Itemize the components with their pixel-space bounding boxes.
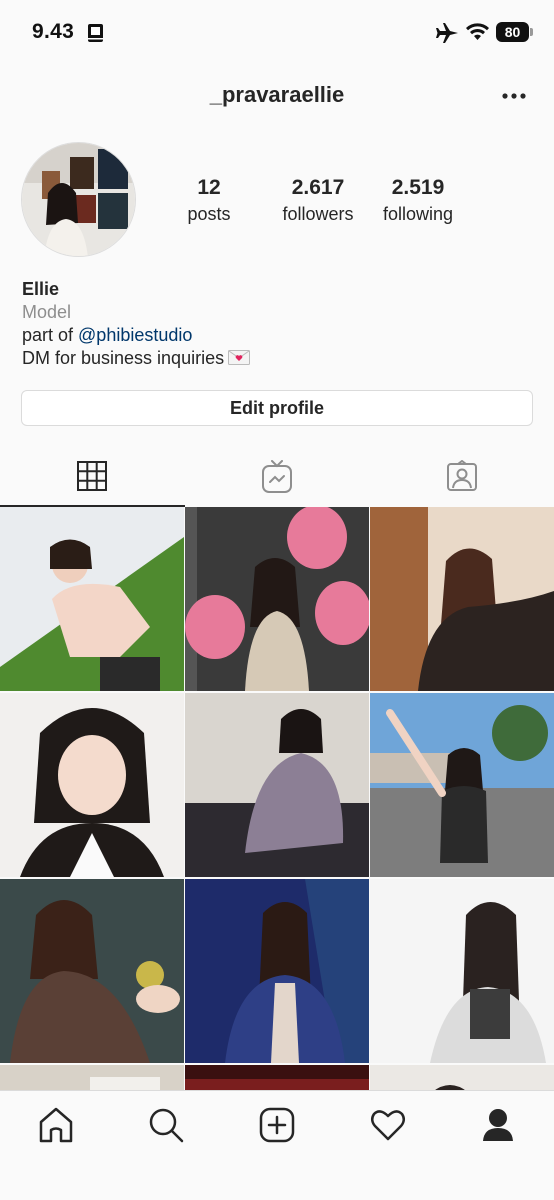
post-photo bbox=[0, 879, 184, 1063]
tab-tagged[interactable] bbox=[370, 445, 554, 507]
profile-icon[interactable] bbox=[478, 1105, 518, 1145]
profile-header: _pravaraellie bbox=[0, 66, 554, 126]
posts-count: 12 bbox=[197, 176, 221, 199]
tagged-icon bbox=[447, 460, 477, 491]
wifi-icon bbox=[466, 23, 489, 40]
post-photo bbox=[0, 1065, 184, 1092]
post-thumbnail[interactable] bbox=[185, 507, 369, 691]
battery-indicator: 80 bbox=[496, 22, 533, 42]
grid-icon bbox=[77, 461, 107, 491]
post-thumbnail[interactable] bbox=[370, 507, 554, 691]
following-label: following bbox=[382, 204, 454, 224]
profile-stats: 12 posts 2.617 followers 2.519 following bbox=[160, 175, 480, 231]
new-post-icon[interactable] bbox=[257, 1105, 297, 1145]
post-photo bbox=[0, 693, 184, 877]
battery-level: 80 bbox=[496, 22, 529, 42]
tab-igtv[interactable] bbox=[185, 445, 370, 507]
post-photo bbox=[370, 879, 554, 1063]
bottom-navigation bbox=[0, 1090, 554, 1200]
posts-grid bbox=[0, 507, 554, 1092]
post-thumbnail[interactable] bbox=[185, 693, 369, 877]
home-icon[interactable] bbox=[36, 1105, 76, 1145]
edit-profile-button[interactable]: Edit profile bbox=[21, 390, 533, 426]
display-name: Ellie bbox=[22, 279, 60, 299]
post-thumbnail[interactable] bbox=[370, 1065, 554, 1092]
airplane-icon bbox=[436, 23, 458, 43]
post-photo bbox=[370, 1065, 554, 1092]
stat-followers[interactable]: 2.617 followers bbox=[266, 175, 370, 227]
profile-category: Model bbox=[22, 302, 72, 322]
following-count: 2.519 bbox=[391, 176, 445, 199]
post-thumbnail[interactable] bbox=[0, 507, 184, 691]
post-photo bbox=[370, 693, 554, 877]
post-photo bbox=[0, 507, 184, 691]
post-thumbnail[interactable] bbox=[0, 693, 184, 877]
followers-count: 2.617 bbox=[291, 176, 345, 199]
followers-label: followers bbox=[282, 204, 354, 224]
bio: Ellie Model part of @phibiestudio DM for… bbox=[22, 278, 532, 370]
more-options-icon[interactable] bbox=[500, 86, 528, 106]
post-photo bbox=[185, 1065, 369, 1092]
search-icon[interactable] bbox=[146, 1105, 186, 1145]
post-thumbnail[interactable] bbox=[185, 1065, 369, 1092]
post-thumbnail[interactable] bbox=[370, 879, 554, 1063]
battery-tip bbox=[530, 28, 533, 36]
stat-posts[interactable]: 12 posts bbox=[160, 175, 258, 227]
bio-line-2: DM for business inquiries bbox=[22, 347, 532, 370]
post-thumbnail[interactable] bbox=[370, 693, 554, 877]
love-letter-emoji-icon bbox=[228, 350, 251, 365]
bio-text: DM for business inquiries bbox=[22, 348, 225, 368]
post-photo bbox=[185, 693, 369, 877]
post-photo bbox=[185, 879, 369, 1063]
post-thumbnail[interactable] bbox=[0, 1065, 184, 1092]
post-photo bbox=[185, 507, 369, 691]
avatar-photo bbox=[22, 143, 135, 256]
username-title[interactable]: _pravaraellie bbox=[0, 82, 554, 108]
igtv-icon bbox=[262, 460, 292, 493]
stat-following[interactable]: 2.519 following bbox=[368, 175, 468, 227]
status-time: 9.43 bbox=[32, 20, 75, 43]
avatar[interactable] bbox=[21, 142, 136, 257]
bio-prefix: part of bbox=[22, 325, 79, 345]
post-thumbnail[interactable] bbox=[185, 879, 369, 1063]
book-icon bbox=[88, 24, 103, 42]
post-photo bbox=[370, 507, 554, 691]
bio-line-1: part of @phibiestudio bbox=[22, 324, 532, 347]
activity-heart-icon[interactable] bbox=[368, 1105, 408, 1145]
tab-posts-grid[interactable] bbox=[0, 445, 185, 507]
post-thumbnail[interactable] bbox=[0, 879, 184, 1063]
posts-label: posts bbox=[187, 204, 231, 224]
profile-tabs bbox=[0, 445, 554, 507]
mention-link[interactable]: @phibiestudio bbox=[78, 325, 192, 345]
status-bar: 9.43 80 bbox=[0, 0, 554, 66]
